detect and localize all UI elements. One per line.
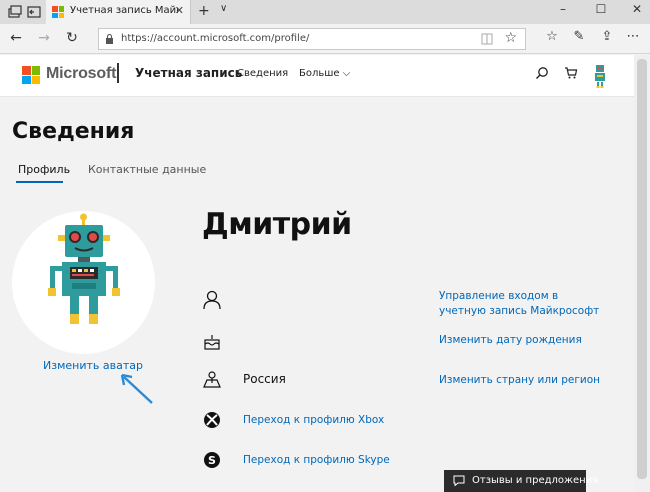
microsoft-logo-icon [52, 6, 64, 18]
nav-more[interactable]: Больше ⌵ [299, 68, 350, 79]
account-title[interactable]: Учетная запись [135, 66, 242, 80]
change-birthday-link[interactable]: Изменить дату рождения [439, 333, 609, 348]
birthday-cake-icon [204, 335, 220, 350]
chat-bubble-icon [453, 475, 465, 486]
favorite-star-icon[interactable]: ☆ [504, 30, 517, 46]
new-tab-icon[interactable]: + [198, 3, 210, 19]
tabs-aside-icon[interactable] [26, 4, 42, 20]
minimize-icon[interactable]: – [552, 2, 574, 16]
browser-tab[interactable]: Учетная запись Майкр ✕ [46, 0, 191, 24]
manage-signin-link[interactable]: Управление входом в учетную запись Майкр… [439, 289, 604, 319]
address-bar[interactable]: https://account.microsoft.com/profile/ ☆ [98, 28, 526, 50]
robot-avatar-image [48, 213, 120, 324]
tab-title: Учетная запись Майкр [70, 5, 178, 16]
svg-text:S: S [208, 454, 216, 467]
browser-tab-strip: Учетная запись Майкр ✕ + ∨ – ☐ ✕ [0, 0, 650, 24]
share-icon[interactable]: ⇪ [598, 29, 616, 44]
tab-preview-chevron-icon[interactable]: ∨ [220, 3, 227, 14]
profile-page: Сведения Профиль Контактные данные Измен… [0, 97, 634, 492]
site-header: Microsoft Учетная запись Сведения Больше… [0, 55, 634, 97]
lock-icon [106, 34, 113, 44]
favorites-hub-icon[interactable]: ☆ [543, 29, 561, 44]
nav-details[interactable]: Сведения [237, 68, 288, 79]
tab-contact-info[interactable]: Контактные данные [88, 163, 206, 176]
header-divider [117, 63, 119, 83]
xbox-icon [204, 412, 220, 428]
search-icon[interactable] [535, 66, 549, 80]
page-scrollbar[interactable] [634, 55, 650, 492]
user-name: Дмитрий [202, 207, 352, 242]
microsoft-brand[interactable]: Microsoft [46, 65, 116, 83]
avatar[interactable] [12, 211, 155, 354]
xbox-profile-link[interactable]: Переход к профилю Xbox [243, 413, 403, 428]
tab-profile[interactable]: Профиль [18, 163, 70, 176]
window-close-icon[interactable]: ✕ [626, 2, 648, 16]
scrollbar-thumb[interactable] [637, 59, 647, 479]
arrow-pointer-icon [120, 373, 153, 404]
pen-notes-icon[interactable]: ✎ [570, 29, 588, 44]
feedback-label: Отзывы и предложения [472, 475, 599, 486]
person-icon [203, 290, 221, 310]
page-title: Сведения [12, 119, 135, 144]
refresh-icon[interactable]: ↻ [62, 30, 82, 46]
feedback-button[interactable]: Отзывы и предложения [444, 470, 598, 492]
browser-toolbar: ← → ↻ https://account.microsoft.com/prof… [0, 24, 650, 54]
tab-close-icon[interactable]: ✕ [175, 4, 184, 17]
url-text: https://account.microsoft.com/profile/ [121, 33, 310, 44]
profile-avatar-icon[interactable] [592, 63, 608, 89]
cart-icon[interactable] [564, 66, 578, 80]
location-map-icon [203, 371, 221, 388]
skype-icon: S [204, 452, 220, 468]
maximize-icon[interactable]: ☐ [590, 2, 612, 16]
more-menu-icon[interactable]: ⋯ [624, 29, 642, 44]
reading-view-icon[interactable] [481, 33, 493, 45]
forward-icon[interactable]: → [34, 30, 54, 46]
change-country-link[interactable]: Изменить страну или регион [439, 373, 614, 388]
country-value: Россия [243, 372, 286, 386]
active-tab-indicator [16, 181, 63, 183]
tab-actions-icon[interactable] [6, 4, 22, 20]
microsoft-logo-icon[interactable] [22, 66, 40, 84]
skype-profile-link[interactable]: Переход к профилю Skype [243, 453, 403, 468]
back-icon[interactable]: ← [6, 30, 26, 46]
